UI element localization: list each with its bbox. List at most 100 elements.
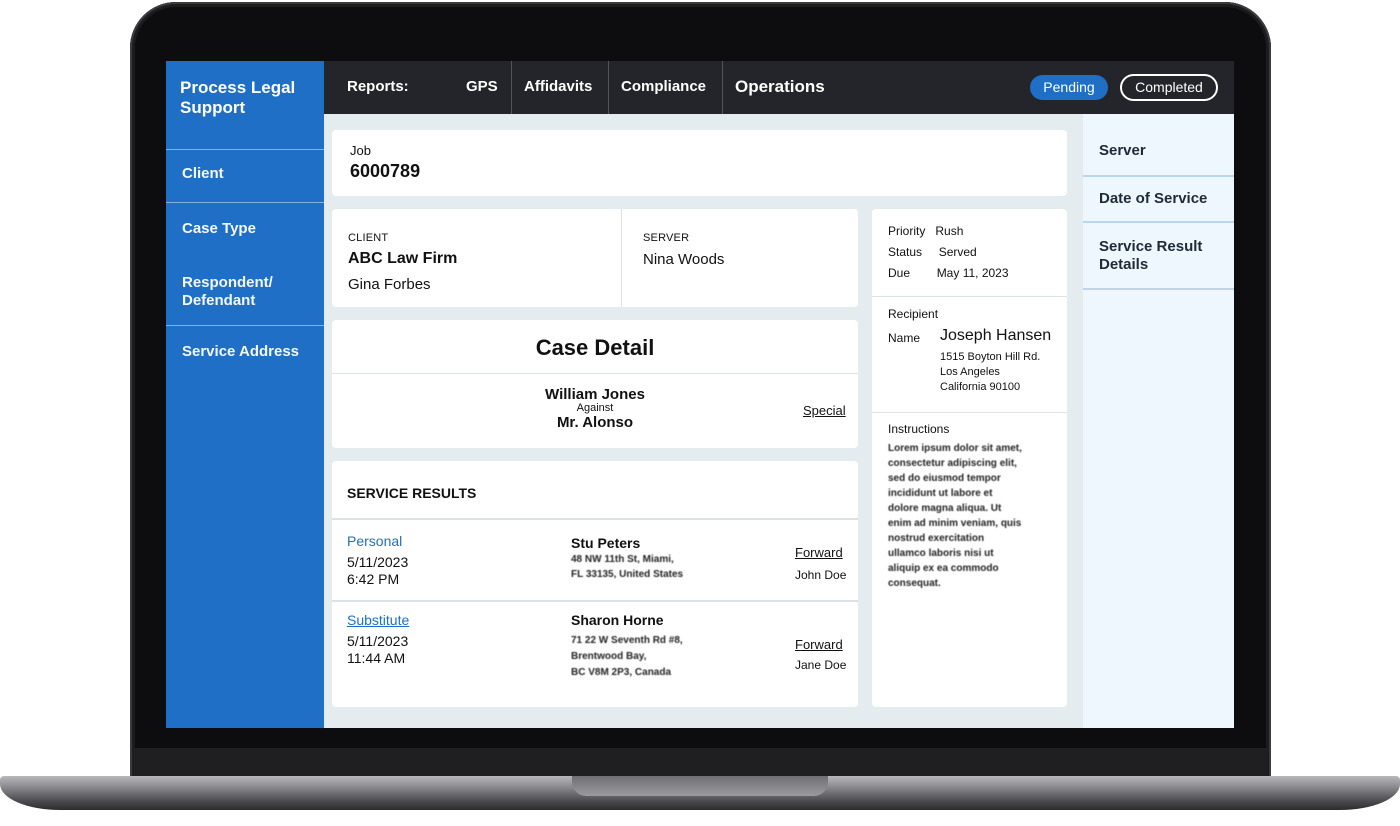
tab-separator: [722, 61, 723, 114]
instructions-line: consectetur adipiscing elit,: [888, 458, 1017, 469]
server-label: SERVER: [643, 232, 690, 244]
top-nav-bar: Reports: GPS Affidavits Compliance Opera…: [324, 61, 1234, 114]
app-screen: Process Legal Support Client Case Type R…: [166, 61, 1234, 728]
sidebar-divider: [166, 325, 324, 326]
right-panel-divider: [1083, 221, 1234, 223]
server-name: Nina Woods: [643, 251, 725, 268]
info-divider: [872, 412, 1067, 413]
result-person: Sharon Horne: [571, 612, 664, 628]
sidebar-item-label: Respondent/: [182, 274, 273, 291]
reports-label: Reports:: [347, 78, 409, 95]
card-divider: [621, 209, 622, 307]
instructions-line: nostrud exercitation: [888, 533, 985, 544]
tab-affidavits[interactable]: Affidavits: [524, 78, 592, 95]
right-panel-divider: [1083, 288, 1234, 290]
recipient-label: Recipient: [888, 307, 939, 321]
job-card: Job 6000789: [332, 130, 1067, 196]
forwarded-by: John Doe: [795, 568, 847, 582]
forward-link[interactable]: Forward: [795, 545, 843, 560]
info-divider: [872, 296, 1067, 297]
job-number: 6000789: [350, 161, 421, 181]
recipient-address: 1515 Boyton Hill Rd. Los Angeles Califor…: [940, 350, 1040, 395]
case-detail-card: Case Detail William Jones Against Mr. Al…: [332, 320, 858, 448]
recipient-address-line: California 90100: [940, 381, 1021, 393]
sidebar-item-service-address[interactable]: Service Address: [166, 343, 324, 361]
result-address-line: BC V8M 2P3, Canada: [571, 667, 672, 678]
right-panel-item-server[interactable]: Server: [1099, 142, 1146, 160]
tab-separator: [511, 61, 512, 114]
result-address: 71 22 W Seventh Rd #8, Brentwood Bay, BC…: [571, 633, 683, 681]
sidebar-item-client[interactable]: Client: [166, 165, 324, 183]
result-address: 48 NW 11th St, Miami, FL 33135, United S…: [571, 552, 683, 582]
result-address-line: Brentwood Bay,: [571, 651, 647, 662]
plaintiff-name: William Jones: [545, 386, 645, 403]
brand-line-1: Process Legal: [180, 78, 296, 97]
priority-label: Priority: [888, 224, 926, 238]
sidebar-item-case-type[interactable]: Case Type: [166, 220, 324, 238]
forward-link[interactable]: Forward: [795, 637, 843, 652]
service-results-title: SERVICE RESULTS: [347, 485, 477, 501]
info-block: Priority Rush Status Served Due May 11, …: [888, 221, 1009, 284]
table-row: Substitute 5/11/2023 11:44 AM Sharon Hor…: [332, 602, 858, 702]
tab-compliance[interactable]: Compliance: [621, 78, 706, 95]
recipient-name-label: Name: [888, 331, 921, 345]
laptop-bezel-bottom: [133, 748, 1268, 778]
client-server-card: CLIENT ABC Law Firm Gina Forbes SERVER N…: [332, 209, 858, 307]
info-card: Priority Rush Status Served Due May 11, …: [872, 209, 1067, 707]
recipient-address-line: Los Angeles: [940, 366, 1000, 378]
instructions-line: Lorem ipsum dolor sit amet,: [888, 443, 1022, 454]
right-panel-item-service-result-details[interactable]: Service Result Details: [1099, 238, 1202, 274]
result-date: 5/11/2023: [347, 554, 409, 570]
result-address-line: FL 33135, United States: [571, 569, 684, 580]
defendant-name: Mr. Alonso: [556, 414, 634, 431]
instructions-line: consequat.: [888, 578, 941, 589]
right-panel-item-label: Details: [1099, 256, 1149, 273]
case-type-link[interactable]: Special: [803, 403, 846, 418]
right-panel-item-label: Service Result: [1099, 238, 1203, 255]
instructions-label: Instructions: [888, 422, 950, 436]
status-pending-button[interactable]: Pending: [1030, 75, 1108, 100]
result-datetime: 5/11/2023 6:42 PM: [347, 554, 408, 588]
result-type-link[interactable]: Personal: [347, 533, 402, 549]
status-label: Status: [888, 245, 923, 259]
result-datetime: 5/11/2023 11:44 AM: [347, 633, 408, 667]
instructions-line: ullamco laboris nisi ut: [888, 548, 994, 559]
result-address-line: 71 22 W Seventh Rd #8,: [571, 635, 683, 646]
brand-title: Process Legal Support: [180, 78, 295, 118]
status-value: Served: [938, 245, 977, 259]
instructions-line: incididunt ut labore et: [888, 488, 993, 499]
priority-value: Rush: [935, 224, 964, 238]
sidebar-item-label: Defendant: [182, 292, 256, 309]
right-panel-item-date-of-service[interactable]: Date of Service: [1099, 190, 1207, 208]
result-type-link[interactable]: Substitute: [347, 612, 409, 628]
due-value: May 11, 2023: [936, 266, 1009, 280]
service-results-card: SERVICE RESULTS Personal 5/11/2023 6:42 …: [332, 461, 858, 707]
case-detail-title: Case Detail: [535, 335, 655, 360]
tab-gps[interactable]: GPS: [466, 78, 498, 95]
result-date: 5/11/2023: [347, 633, 409, 649]
right-panel: Server Date of Service Service Result De…: [1083, 114, 1234, 728]
brand-line-2: Support: [180, 98, 246, 117]
sidebar-item-respondent[interactable]: Respondent/ Defendant: [166, 274, 324, 310]
recipient-address-line: 1515 Boyton Hill Rd.: [940, 351, 1041, 363]
result-person: Stu Peters: [571, 535, 641, 551]
instructions-line: dolore magna aliqua. Ut: [888, 503, 1002, 514]
client-contact: Gina Forbes: [348, 276, 431, 293]
job-label: Job: [350, 143, 371, 158]
client-label: CLIENT: [348, 232, 389, 244]
status-completed-button[interactable]: Completed: [1120, 74, 1218, 101]
tab-operations[interactable]: Operations: [735, 77, 825, 97]
sidebar-divider: [166, 202, 324, 203]
sidebar-divider: [166, 149, 324, 150]
instructions-line: sed do eiusmod tempor: [888, 473, 1001, 484]
instructions-line: enim ad minim veniam, quis: [888, 518, 1022, 529]
client-firm: ABC Law Firm: [348, 250, 458, 267]
result-time: 6:42 PM: [347, 571, 400, 587]
tab-separator: [608, 61, 609, 114]
instructions-text: Lorem ipsum dolor sit amet, consectetur …: [888, 441, 1060, 591]
due-label: Due: [888, 266, 911, 280]
right-panel-divider: [1083, 175, 1234, 177]
sidebar: Process Legal Support Client Case Type R…: [166, 61, 324, 728]
table-row: Personal 5/11/2023 6:42 PM Stu Peters 48…: [332, 520, 858, 600]
versus-label: Against: [576, 402, 614, 414]
